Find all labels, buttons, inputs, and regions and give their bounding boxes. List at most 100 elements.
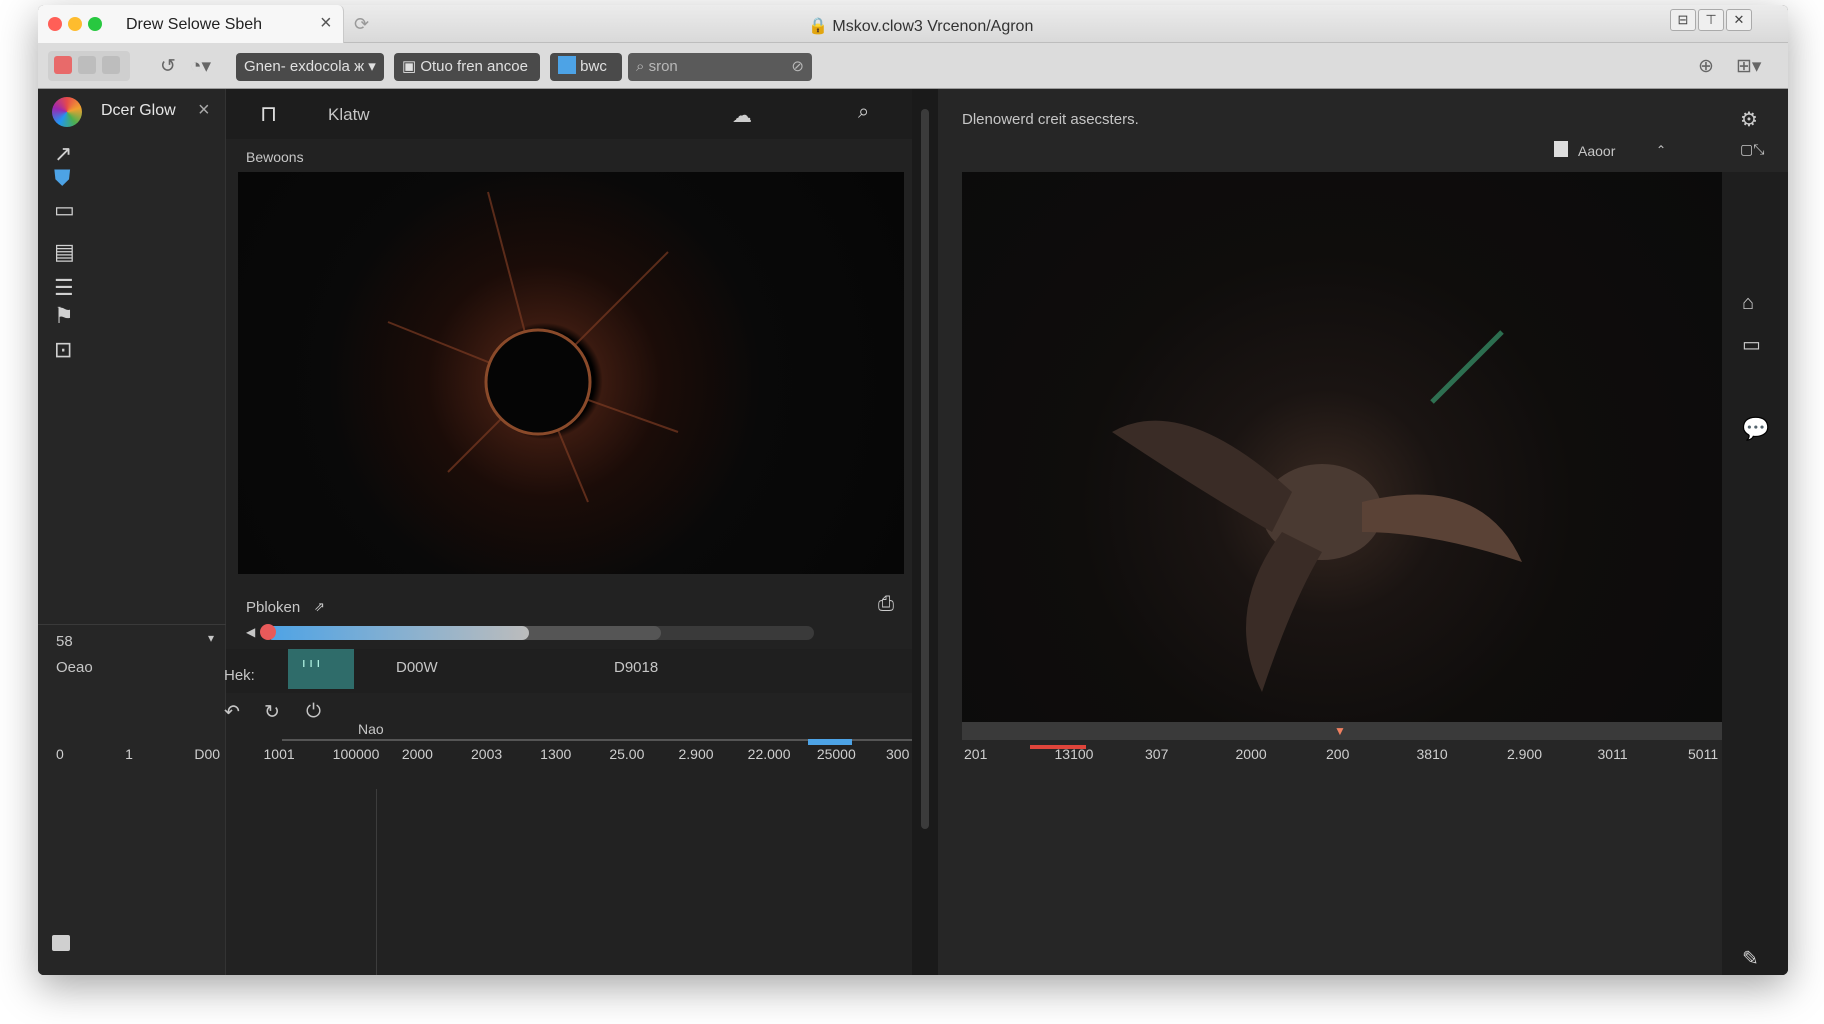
document-icon [1554, 141, 1568, 157]
save-button-label: Otuo fren ancoe [420, 58, 528, 75]
flag-icon[interactable]: ⚑ [54, 303, 80, 329]
left-panel: ⊓ Klatw ☁ ⌕ Bewoons Pbloken ⇗ ⎙ ◀ Hek: ı… [224, 89, 912, 975]
timeline-tick-label: 25000 [816, 746, 856, 762]
maximize-dot[interactable] [88, 17, 102, 31]
track-label: Hek: [224, 667, 255, 684]
timeline-tick-label: 1300 [540, 746, 572, 762]
share-icon[interactable] [102, 56, 120, 74]
timeline-tick-label: 2000 [401, 746, 433, 762]
bird-image [1112, 330, 1522, 692]
snapshot-icon[interactable]: ⎙ [878, 593, 894, 616]
close-button[interactable]: ✕ [1726, 9, 1752, 31]
ruler-record-marker [1030, 745, 1086, 749]
player-pin-icon[interactable]: ⇗ [314, 599, 325, 615]
left-preview-viewer[interactable] [238, 172, 904, 574]
right-dropdown[interactable]: Aaoor [1578, 143, 1615, 159]
calendar-icon[interactable]: ▤ [54, 239, 80, 265]
arrow-tool-icon[interactable]: ↗ [54, 141, 80, 167]
timeline-tick-label: 0 [56, 746, 64, 762]
save-button[interactable]: ▣ Otuo fren ancoe [394, 53, 540, 81]
user-search-icon[interactable]: ⌕ [858, 101, 869, 124]
minimize-dot[interactable] [68, 17, 82, 31]
chat-icon[interactable]: 💬 [1742, 416, 1769, 442]
right-panel-title: Dlenowerd creit asecsters. [962, 111, 1139, 128]
sidebar: Dcer Glow × ↗ ⛊ ▭ ▤ ☰ ⚑ ⊡ 58 ▾ Oeao [38, 89, 226, 975]
right-scrub-track[interactable]: ▼ [962, 722, 1722, 740]
folder-icon[interactable]: ▭ [1742, 332, 1761, 357]
new-tab-icon[interactable]: ⟳ [354, 14, 369, 35]
layers-icon[interactable]: ☰ [54, 275, 80, 301]
left-panel-title: Klatw [328, 105, 370, 124]
timeline-tick-label: 200 [1326, 746, 1350, 762]
scrub-fill [266, 626, 530, 640]
tab-title: Drew Selowe Sbeh [126, 16, 263, 33]
undo-icon[interactable]: ↶ [224, 701, 240, 724]
refresh-icon[interactable]: ↻ [264, 701, 280, 724]
flag-tab-icon[interactable]: ⊓ [260, 101, 277, 127]
section-label: Bewoons [246, 149, 304, 165]
timeline-tick-label: 2.900 [1507, 746, 1543, 762]
field-chevron-icon[interactable]: ▾ [208, 631, 214, 645]
playhead-marker-icon[interactable]: ▼ [1334, 724, 1346, 738]
view-toggle-label: bwc [580, 58, 607, 75]
timeline-tick-label: 2000 [1235, 746, 1267, 762]
track-col1: D00W [396, 659, 438, 676]
timeline-tick-label: 201 [964, 746, 988, 762]
check-edit-icon[interactable]: ✎ [1742, 946, 1759, 971]
panel-divider[interactable] [912, 89, 938, 975]
shield-icon[interactable]: ⛊ [54, 165, 80, 191]
browser-tab[interactable]: Drew Selowe Sbeh × [38, 5, 344, 43]
ruler-highlight [808, 739, 852, 745]
right-rail: ⌂ ▭ 💬 ✎ [1722, 172, 1788, 975]
timeline-tick-label: 300 [886, 746, 910, 762]
timeline-tick-label: 2003 [471, 746, 503, 762]
edit-icon[interactable] [52, 935, 70, 951]
marker-label: Nao [358, 721, 384, 737]
cloud-icon[interactable]: ☁ [732, 103, 752, 128]
restore-button[interactable]: ⊟ [1670, 9, 1696, 31]
clear-search-icon[interactable]: ⊘ [791, 53, 804, 81]
link-icon[interactable] [78, 56, 96, 74]
box-icon[interactable]: ▭ [54, 197, 80, 223]
settings-icon[interactable]: ⊕ [1698, 55, 1714, 78]
timeline-tick-label: D00 [194, 746, 221, 762]
vertical-scrollbar[interactable] [921, 109, 929, 829]
timeline-tick-label: 307 [1145, 746, 1169, 762]
view-toggle[interactable]: bwc [550, 53, 622, 81]
expand-icon[interactable]: ▢⤡ [1740, 141, 1764, 158]
timeline-tick-label: 1001 [263, 746, 295, 762]
history-icon[interactable]: ◔▾ [190, 55, 211, 78]
track-clip[interactable]: ı ı ı [288, 649, 354, 689]
grid-menu-icon[interactable]: ⊞▾ [1736, 55, 1761, 78]
home-icon[interactable]: ⌂ [1742, 292, 1754, 315]
camera-icon[interactable]: ⊡ [54, 337, 80, 363]
playhead-line [376, 789, 377, 975]
field-label: Oeao [56, 659, 93, 676]
workspace: Dcer Glow × ↗ ⛊ ▭ ▤ ☰ ⚑ ⊡ 58 ▾ Oeao ⊓ Kl… [38, 89, 1788, 975]
field-row[interactable]: 58 ▾ [38, 624, 226, 650]
right-preview-viewer[interactable] [962, 172, 1722, 722]
sidebar-close-icon[interactable]: × [198, 99, 210, 122]
timeline-tick-label: 2.900 [678, 746, 714, 762]
timeline-tick-label: 3011 [1597, 746, 1628, 762]
prev-frame-icon[interactable]: ◀ [246, 625, 255, 639]
window-title-text: Mskov.clow3 Vrcenon/Agron [832, 18, 1034, 35]
window-title: 🔒 Mskov.clow3 Vrcenon/Agron [808, 18, 1034, 35]
left-panel-header: ⊓ Klatw ☁ ⌕ [226, 89, 912, 139]
blue-swatch-icon [558, 56, 576, 74]
project-dropdown-label: Gnen- exdocola ж [244, 58, 365, 75]
close-dot[interactable] [48, 17, 62, 31]
record-icon[interactable] [54, 56, 72, 74]
back-icon[interactable]: ↺ [160, 55, 176, 78]
tab-close-icon[interactable]: × [320, 12, 332, 35]
scrub-handle[interactable] [260, 624, 276, 640]
search-input[interactable]: ⌕ sron ⊘ [628, 53, 812, 81]
project-dropdown[interactable]: Gnen- exdocola ж ▾ [236, 53, 384, 81]
search-placeholder: sron [648, 58, 678, 75]
toolbar: ↺ ◔▾ Gnen- exdocola ж ▾ ▣ Otuo fren anco… [38, 43, 1788, 89]
pin-button[interactable]: ⊤ [1698, 9, 1724, 31]
timeline-tick-label: 25.00 [609, 746, 645, 762]
gear-icon[interactable]: ⚙ [1740, 107, 1758, 132]
power-icon[interactable]: ⏻ [306, 701, 321, 723]
dropdown-caret-icon[interactable]: ⌃ [1656, 143, 1666, 157]
